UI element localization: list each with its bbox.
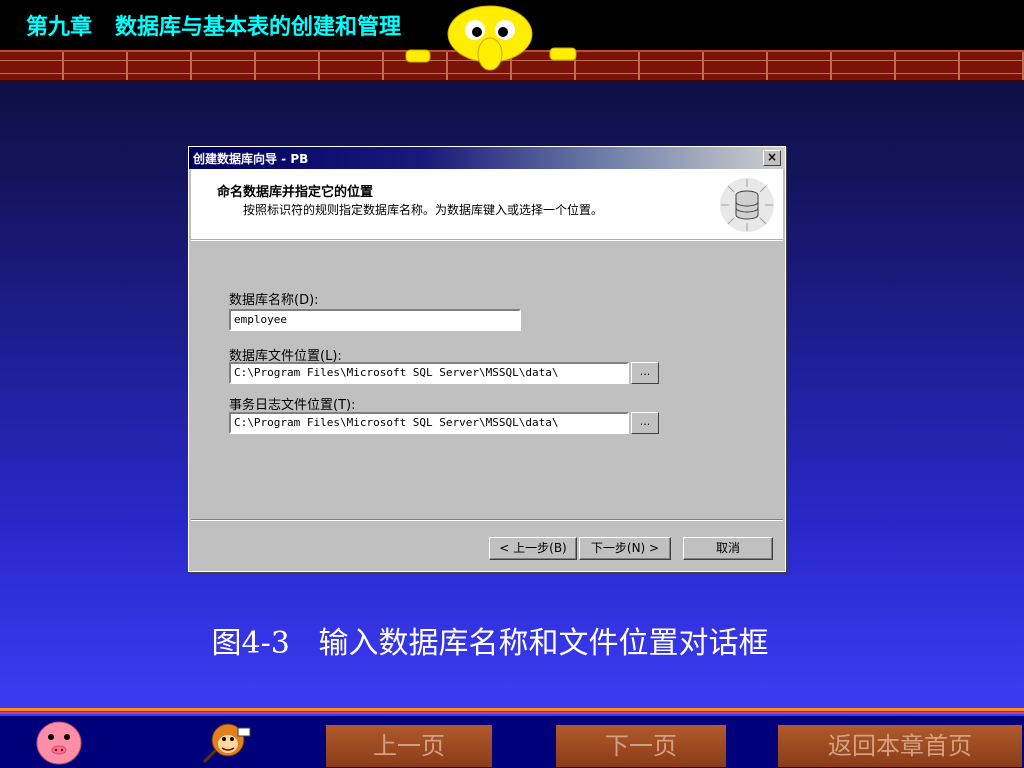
database-file-browse-button[interactable]: ...	[631, 362, 659, 384]
database-name-input[interactable]: employee	[229, 309, 521, 331]
figure-caption: 图4-3 输入数据库名称和文件位置对话框	[211, 626, 769, 661]
create-database-wizard-dialog: 创建数据库向导 - PB × 命名数据库并指定它的位置 按照标识符的规则指定数据…	[188, 146, 786, 572]
prev-page-button[interactable]: 上一页	[326, 725, 492, 767]
log-file-location-label: 事务日志文件位置(T):	[229, 398, 356, 413]
back-button[interactable]: < 上一步(B)	[489, 537, 577, 560]
wizard-header-panel: 命名数据库并指定它的位置 按照标识符的规则指定数据库名称。为数据库键入或选择一个…	[191, 169, 783, 241]
log-file-location-input[interactable]: C:\Program Files\Microsoft SQL Server\MS…	[229, 412, 629, 434]
database-icon	[720, 178, 774, 232]
return-chapter-home-button[interactable]: 返回本章首页	[778, 725, 1022, 767]
monkey-mascot-icon	[202, 723, 251, 764]
pink-face-icon	[36, 721, 82, 765]
next-button[interactable]: 下一步(N) >	[579, 537, 671, 560]
dialog-title-bar[interactable]: 创建数据库向导 - PB ×	[189, 147, 785, 169]
chapter-title: 第九章 数据库与基本表的创建和管理	[26, 15, 401, 40]
wizard-step-heading: 命名数据库并指定它的位置	[217, 185, 374, 200]
cancel-button[interactable]: 取消	[683, 537, 773, 560]
footer-divider	[0, 708, 1024, 711]
peeking-face-mascot-icon	[405, 5, 577, 71]
log-file-browse-button[interactable]: ...	[631, 412, 659, 434]
dialog-footer-separator	[191, 519, 783, 521]
footer-divider-secondary	[0, 712, 1024, 714]
database-name-label: 数据库名称(D):	[229, 293, 319, 308]
dialog-title: 创建数据库向导 - PB	[193, 152, 309, 166]
database-file-location-input[interactable]: C:\Program Files\Microsoft SQL Server\MS…	[229, 362, 629, 384]
next-page-button[interactable]: 下一页	[556, 725, 726, 767]
wizard-step-description: 按照标识符的规则指定数据库名称。为数据库键入或选择一个位置。	[243, 203, 604, 217]
close-button[interactable]: ×	[763, 150, 781, 166]
